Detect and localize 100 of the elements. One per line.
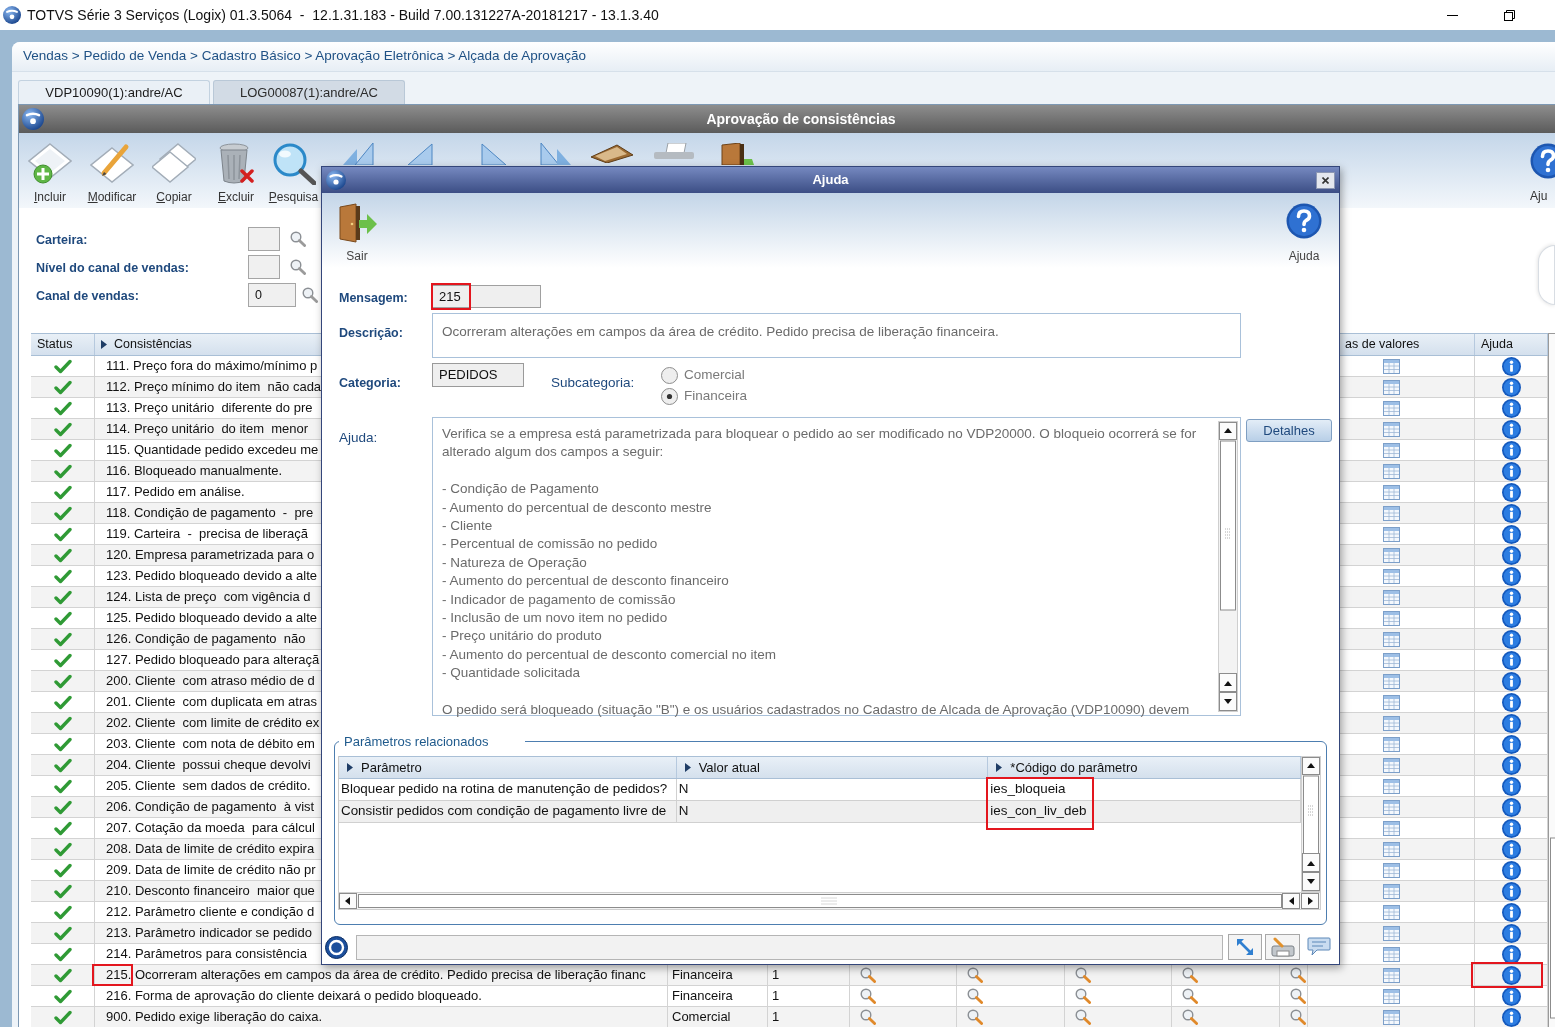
info-icon[interactable] <box>1501 587 1521 607</box>
info-icon[interactable] <box>1501 713 1521 733</box>
search-icon[interactable] <box>290 231 306 247</box>
table-icon[interactable] <box>1382 631 1400 647</box>
table-icon[interactable] <box>1382 400 1400 416</box>
table-icon[interactable] <box>1382 946 1400 962</box>
table-icon[interactable] <box>1382 547 1400 563</box>
info-icon[interactable] <box>1501 944 1521 964</box>
search-icon[interactable] <box>1075 967 1091 983</box>
table-icon[interactable] <box>1382 925 1400 941</box>
round-handle[interactable] <box>1538 245 1555 305</box>
table-icon[interactable] <box>1382 463 1400 479</box>
info-icon[interactable] <box>1501 503 1521 523</box>
input-field[interactable]: 0 <box>248 283 296 307</box>
status-field[interactable] <box>356 934 1223 960</box>
exit-button[interactable]: Sair <box>337 203 377 265</box>
info-icon[interactable] <box>1501 1007 1521 1027</box>
info-icon[interactable] <box>1501 755 1521 775</box>
edit-button[interactable]: Modificar <box>81 143 143 206</box>
table-icon[interactable] <box>1382 1009 1400 1025</box>
search-button[interactable]: Pesquisa <box>267 143 320 206</box>
search-icon[interactable] <box>860 988 876 1004</box>
resize-button[interactable] <box>1228 934 1262 960</box>
table-icon[interactable] <box>1382 673 1400 689</box>
info-icon[interactable] <box>1501 608 1521 628</box>
info-icon[interactable] <box>1501 776 1521 796</box>
table-icon[interactable] <box>1382 379 1400 395</box>
help-text-field[interactable]: Verifica se a empresa está parametrizada para bloquear o pedido ao ser modificado no VDP20000. O bloqueio ocorrerá se for alterado algum dos campos a seguir: - Condição de Pagamento - Aumento do percentual de desconto mestre - Cliente - Percentual de comissão no pedido - Natureza de Operação - Aumento do percentual de desconto financeiro - Indicador de pagamento de comissão - Inclusão de um novo item no pedido - Preço unitário do produto - Aumento do percentual de desconto comercial no item - Quantidade solicitada O pedido será bloqueado (situação "B") e os usuários cadastrados no Cadastro de Alcada de Aprovação (VDP10090) devem <box>432 417 1241 716</box>
printer-button[interactable] <box>1265 934 1300 960</box>
column-header[interactable]: Parâmetro <box>361 757 422 778</box>
table-icon[interactable] <box>1382 694 1400 710</box>
info-icon[interactable] <box>1501 923 1521 943</box>
info-icon[interactable] <box>1501 566 1521 586</box>
table-icon[interactable] <box>1382 841 1400 857</box>
info-icon[interactable] <box>1501 902 1521 922</box>
category-field[interactable]: PEDIDOS <box>432 363 524 387</box>
delete-button[interactable]: Excluir <box>205 143 267 206</box>
table-icon[interactable] <box>1382 883 1400 899</box>
info-icon[interactable] <box>1501 629 1521 649</box>
globe-icon[interactable] <box>325 935 348 959</box>
search-icon[interactable] <box>1290 1009 1306 1025</box>
search-icon[interactable] <box>1290 988 1306 1004</box>
column-header[interactable]: Valor atual <box>698 757 760 778</box>
search-icon[interactable] <box>967 967 983 983</box>
tab[interactable]: VDP10090(1):andre/AC <box>18 80 210 104</box>
table-icon[interactable] <box>1382 799 1400 815</box>
info-icon[interactable] <box>1501 965 1521 985</box>
search-icon[interactable] <box>860 1009 876 1025</box>
help-button[interactable]: Aju <box>1530 143 1555 205</box>
scrollbar[interactable] <box>1548 333 1555 1027</box>
info-icon[interactable] <box>1501 734 1521 754</box>
info-icon[interactable] <box>1501 818 1521 838</box>
search-icon[interactable] <box>860 967 876 983</box>
tab[interactable]: LOG00087(1):andre/AC <box>213 80 405 104</box>
table-icon[interactable] <box>1382 610 1400 626</box>
info-icon[interactable] <box>1501 797 1521 817</box>
table-icon[interactable] <box>1382 652 1400 668</box>
radio-button[interactable]: Comercial <box>661 366 748 384</box>
column-header[interactable]: Consistências <box>114 335 192 354</box>
input-field[interactable] <box>248 227 280 251</box>
column-header[interactable]: Ajuda <box>1481 335 1513 354</box>
description-field[interactable]: Ocorreram alterações em campos da área de crédito. Pedido precisa de liberação financeira. <box>432 313 1241 358</box>
info-icon[interactable] <box>1501 692 1521 712</box>
info-icon[interactable] <box>1501 839 1521 859</box>
table-icon[interactable] <box>1382 862 1400 878</box>
search-icon[interactable] <box>1182 1009 1198 1025</box>
table-icon[interactable] <box>1382 568 1400 584</box>
scrollbar[interactable] <box>1301 756 1321 892</box>
search-icon[interactable] <box>302 287 318 303</box>
search-icon[interactable] <box>1182 988 1198 1004</box>
info-icon[interactable] <box>1501 545 1521 565</box>
table-icon[interactable] <box>1382 904 1400 920</box>
info-icon[interactable] <box>1501 440 1521 460</box>
info-icon[interactable] <box>1501 650 1521 670</box>
info-icon[interactable] <box>1501 671 1521 691</box>
info-icon[interactable] <box>1501 356 1521 376</box>
copy-button[interactable]: Copiar <box>143 143 205 206</box>
search-icon[interactable] <box>967 988 983 1004</box>
scrollbar[interactable] <box>338 892 1321 910</box>
info-icon[interactable] <box>1501 398 1521 418</box>
table-icon[interactable] <box>1382 715 1400 731</box>
table-icon[interactable] <box>1382 967 1400 983</box>
column-header[interactable]: Status <box>37 335 73 354</box>
help-button[interactable]: Ajuda <box>1286 203 1322 265</box>
table-icon[interactable] <box>1382 442 1400 458</box>
info-icon[interactable] <box>1501 524 1521 544</box>
search-icon[interactable] <box>1075 1009 1091 1025</box>
search-icon[interactable] <box>290 259 306 275</box>
search-icon[interactable] <box>1290 967 1306 983</box>
info-icon[interactable] <box>1501 377 1521 397</box>
column-header[interactable]: *Código do parâmetro <box>1010 757 1138 778</box>
input-field[interactable] <box>248 255 280 279</box>
table-icon[interactable] <box>1382 988 1400 1004</box>
info-icon[interactable] <box>1501 419 1521 439</box>
radio-button[interactable]: Financeira <box>661 387 748 405</box>
table-icon[interactable] <box>1382 736 1400 752</box>
close-button[interactable] <box>1315 171 1335 189</box>
column-header[interactable]: as de valores <box>1345 335 1420 354</box>
message-field[interactable]: 215 <box>432 285 541 308</box>
search-icon[interactable] <box>1182 967 1198 983</box>
